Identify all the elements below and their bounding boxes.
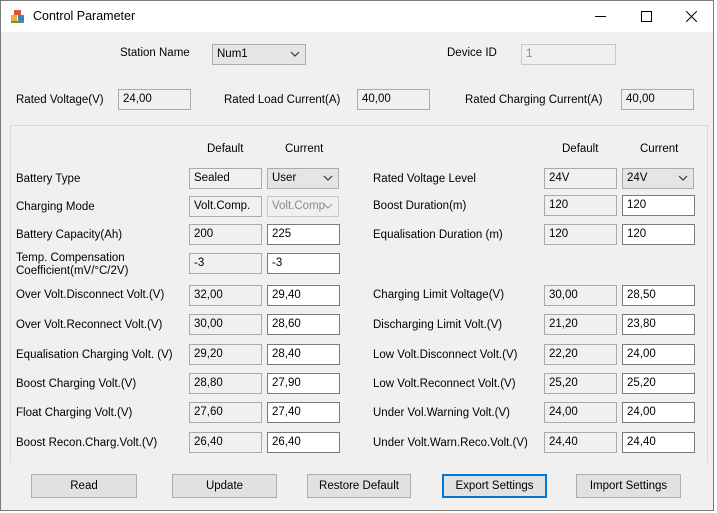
charging-mode-default[interactable]: Volt.Comp. xyxy=(189,196,262,217)
chevron-down-icon xyxy=(323,203,333,209)
boost-duration-default[interactable]: 120 xyxy=(544,195,617,216)
equalisation-duration-current[interactable]: 120 xyxy=(622,224,695,245)
under-vol-warning-label: Under Vol.Warning Volt.(V) xyxy=(373,407,510,419)
station-name-select[interactable]: Num1 xyxy=(212,44,306,65)
low-volt-reconnect-default[interactable]: 25,20 xyxy=(544,373,617,394)
close-button[interactable] xyxy=(668,1,713,32)
station-name-value: Num1 xyxy=(217,48,248,60)
battery-capacity-default[interactable]: 200 xyxy=(189,224,262,245)
close-icon xyxy=(685,11,697,22)
boost-recon-charg-volt-current[interactable]: 26,40 xyxy=(267,432,340,453)
restore-default-button[interactable]: Restore Default xyxy=(307,474,411,498)
rated-load-current-field[interactable]: 40,00 xyxy=(357,89,430,110)
export-settings-button[interactable]: Export Settings xyxy=(442,474,547,498)
rated-voltage-level-default[interactable]: 24V xyxy=(544,168,617,189)
equalisation-duration-default[interactable]: 120 xyxy=(544,224,617,245)
chevron-down-icon xyxy=(678,175,688,181)
chevron-down-icon xyxy=(323,175,333,181)
rated-voltage-level-label: Rated Voltage Level xyxy=(373,173,476,185)
low-volt-disconnect-default[interactable]: 22,20 xyxy=(544,344,617,365)
charging-mode-select[interactable]: Volt.Comp xyxy=(267,196,339,217)
under-vol-warning-current[interactable]: 24,00 xyxy=(622,402,695,423)
battery-type-select[interactable]: User xyxy=(267,168,339,189)
low-volt-disconnect-current[interactable]: 24,00 xyxy=(622,344,695,365)
battery-capacity-label: Battery Capacity(Ah) xyxy=(16,229,123,241)
charging-limit-voltage-label: Charging Limit Voltage(V) xyxy=(373,289,505,301)
equalisation-charging-volt-label: Equalisation Charging Volt. (V) xyxy=(16,349,173,361)
maximize-icon xyxy=(640,11,652,22)
equalisation-charging-volt-default[interactable]: 29,20 xyxy=(189,344,262,365)
under-volt-warn-reco-default[interactable]: 24,40 xyxy=(544,432,617,453)
low-volt-disconnect-label: Low Volt.Disconnect Volt.(V) xyxy=(373,349,518,361)
left-current-header: Current xyxy=(285,143,324,155)
battery-capacity-current[interactable]: 225 xyxy=(267,224,340,245)
float-charging-volt-label: Float Charging Volt.(V) xyxy=(16,407,133,419)
rated-charging-current-label: Rated Charging Current(A) xyxy=(465,94,603,106)
right-default-header: Default xyxy=(562,143,599,155)
control-parameter-window: Control Parameter Station Name Num1 Devi… xyxy=(0,0,714,511)
charging-limit-voltage-default[interactable]: 30,00 xyxy=(544,285,617,306)
minimize-icon xyxy=(594,16,606,17)
battery-type-label: Battery Type xyxy=(16,173,81,185)
chevron-down-icon xyxy=(290,51,300,57)
under-volt-warn-reco-current[interactable]: 24,40 xyxy=(622,432,695,453)
over-volt-disconnect-current[interactable]: 29,40 xyxy=(267,285,340,306)
boost-charging-volt-default[interactable]: 28,80 xyxy=(189,373,262,394)
temp-compensation-default[interactable]: -3 xyxy=(189,253,262,274)
boost-recon-charg-volt-default[interactable]: 26,40 xyxy=(189,432,262,453)
battery-type-default[interactable]: Sealed xyxy=(189,168,262,189)
low-volt-reconnect-current[interactable]: 25,20 xyxy=(622,373,695,394)
right-current-header: Current xyxy=(640,143,679,155)
over-volt-reconnect-label: Over Volt.Reconnect Volt.(V) xyxy=(16,319,163,331)
temp-compensation-label-line2: Coefficient(mV/°C/2V) xyxy=(16,265,129,277)
temp-compensation-label: Temp. Compensation xyxy=(16,252,125,264)
battery-type-current: User xyxy=(272,172,297,184)
discharging-limit-volt-current[interactable]: 23,80 xyxy=(622,314,695,335)
charging-limit-voltage-current[interactable]: 28,50 xyxy=(622,285,695,306)
rated-voltage-field[interactable]: 24,00 xyxy=(118,89,191,110)
under-vol-warning-default[interactable]: 24,00 xyxy=(544,402,617,423)
over-volt-reconnect-current[interactable]: 28,60 xyxy=(267,314,340,335)
left-default-header: Default xyxy=(207,143,244,155)
boost-charging-volt-current[interactable]: 27,90 xyxy=(267,373,340,394)
over-volt-reconnect-default[interactable]: 30,00 xyxy=(189,314,262,335)
equalisation-duration-label: Equalisation Duration (m) xyxy=(373,229,503,241)
import-settings-button[interactable]: Import Settings xyxy=(576,474,681,498)
rated-voltage-level-current: 24V xyxy=(627,172,648,184)
float-charging-volt-current[interactable]: 27,40 xyxy=(267,402,340,423)
device-id-label: Device ID xyxy=(447,47,497,59)
read-button[interactable]: Read xyxy=(31,474,137,498)
app-icon xyxy=(11,10,24,23)
rated-voltage-label: Rated Voltage(V) xyxy=(16,94,104,106)
boost-charging-volt-label: Boost Charging Volt.(V) xyxy=(16,378,137,390)
discharging-limit-volt-label: Discharging Limit Volt.(V) xyxy=(373,319,503,331)
over-volt-disconnect-label: Over Volt.Disconnect Volt.(V) xyxy=(16,289,165,301)
over-volt-disconnect-default[interactable]: 32,00 xyxy=(189,285,262,306)
station-name-label: Station Name xyxy=(120,47,190,59)
minimize-button[interactable] xyxy=(577,1,623,32)
title-bar[interactable]: Control Parameter xyxy=(1,1,713,32)
charging-mode-label: Charging Mode xyxy=(16,201,95,213)
maximize-button[interactable] xyxy=(623,1,669,32)
rated-load-current-label: Rated Load Current(A) xyxy=(224,94,341,106)
boost-duration-label: Boost Duration(m) xyxy=(373,200,467,212)
charging-mode-current: Volt.Comp xyxy=(272,200,326,212)
equalisation-charging-volt-current[interactable]: 28,40 xyxy=(267,344,340,365)
rated-voltage-level-select[interactable]: 24V xyxy=(622,168,694,189)
device-id-field[interactable]: 1 xyxy=(521,44,616,65)
low-volt-reconnect-label: Low Volt.Reconnect Volt.(V) xyxy=(373,378,516,390)
float-charging-volt-default[interactable]: 27,60 xyxy=(189,402,262,423)
temp-compensation-current[interactable]: -3 xyxy=(267,253,340,274)
window-title: Control Parameter xyxy=(33,9,136,23)
boost-duration-current[interactable]: 120 xyxy=(622,195,695,216)
discharging-limit-volt-default[interactable]: 21,20 xyxy=(544,314,617,335)
under-volt-warn-reco-label: Under Volt.Warn.Reco.Volt.(V) xyxy=(373,437,528,449)
boost-recon-charg-volt-label: Boost Recon.Charg.Volt.(V) xyxy=(16,437,158,449)
update-button[interactable]: Update xyxy=(172,474,277,498)
rated-charging-current-field[interactable]: 40,00 xyxy=(621,89,694,110)
